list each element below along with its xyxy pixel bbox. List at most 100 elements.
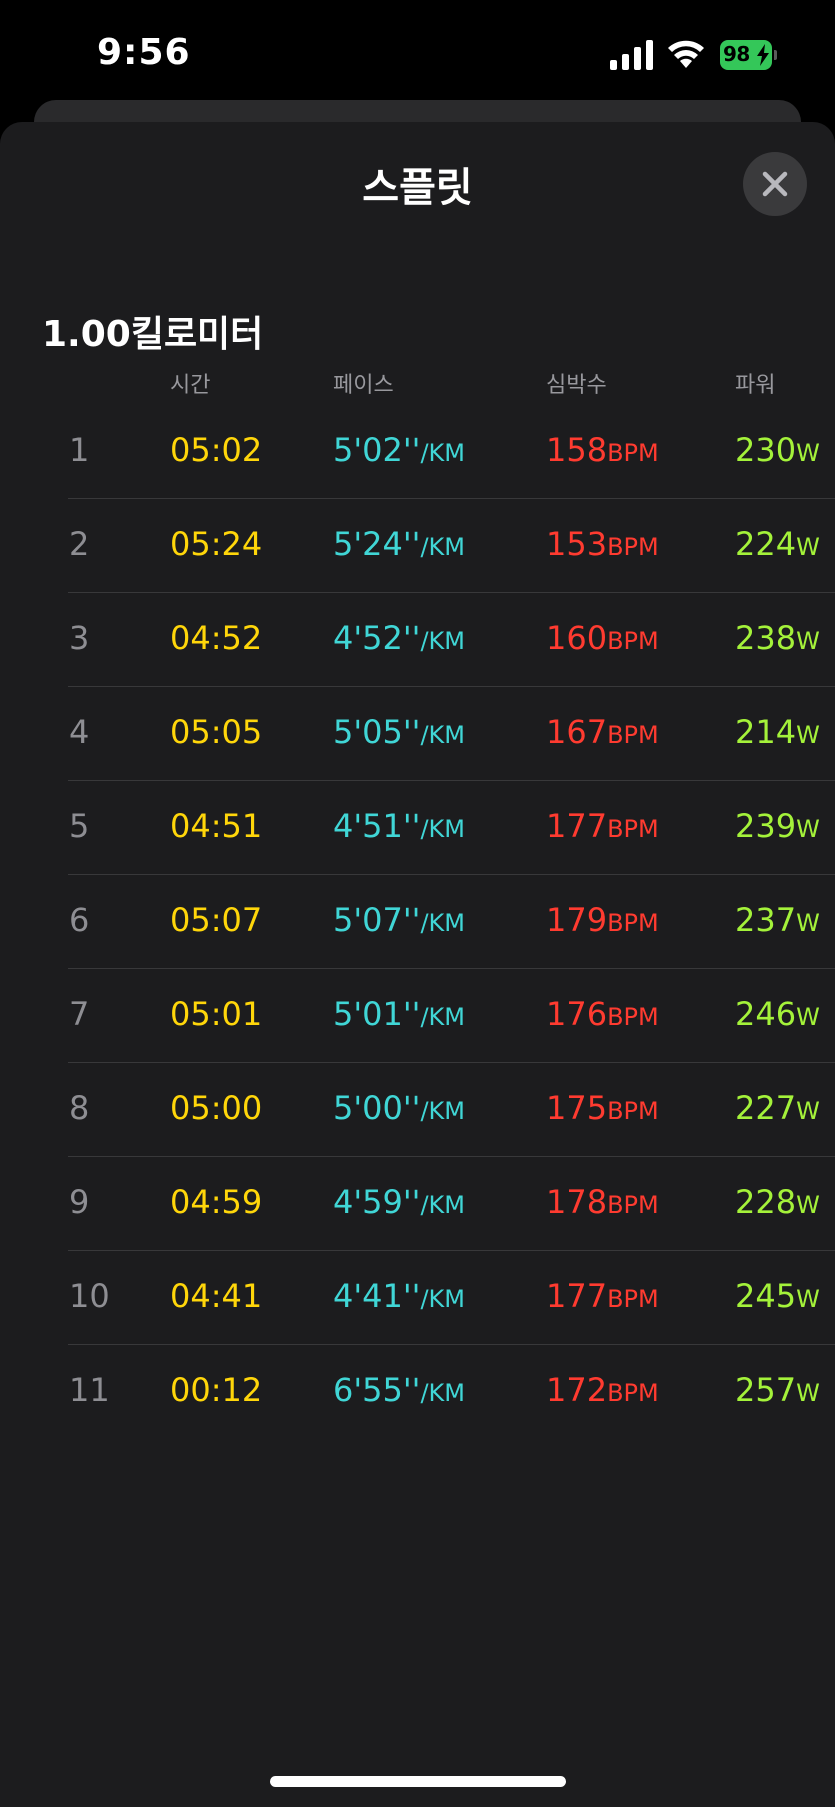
pace-unit: /KM [420,721,465,749]
split-time: 04:59 [170,1183,263,1221]
split-time: 04:52 [170,619,263,657]
split-time: 05:05 [170,713,263,751]
split-power-value: 246 [735,995,797,1033]
pace-unit: /KM [420,533,465,561]
split-row: 6 05:07 5'07''/KM 179BPM 237W [0,875,835,969]
cellular-signal-icon [610,40,653,70]
split-power-value: 238 [735,619,797,657]
split-pace: 4'51''/KM [333,807,465,845]
home-indicator[interactable] [270,1776,566,1787]
split-pace: 5'24''/KM [333,525,465,563]
pace-unit: /KM [420,1097,465,1125]
split-power: 246W [735,995,820,1033]
battery-body: 98 [720,40,772,70]
heart-rate-unit: BPM [607,533,659,561]
column-header-time: 시간 [170,373,211,398]
pace-unit: /KM [420,627,465,655]
split-index: 2 [69,525,90,563]
split-power-value: 224 [735,525,797,563]
split-index: 8 [69,1089,90,1127]
split-row: 9 04:59 4'59''/KM 178BPM 228W [0,1157,835,1251]
split-time: 04:51 [170,807,263,845]
split-pace-value: 5'01'' [333,995,421,1033]
split-heart-rate: 178BPM [546,1183,659,1221]
split-power: 239W [735,807,820,845]
split-heart-rate: 176BPM [546,995,659,1033]
split-power-value: 214 [735,713,797,751]
status-bar: 9:56 98 [0,0,835,110]
split-pace: 5'01''/KM [333,995,465,1033]
heart-rate-unit: BPM [607,909,659,937]
split-row: 7 05:01 5'01''/KM 176BPM 246W [0,969,835,1063]
split-row: 4 05:05 5'05''/KM 167BPM 214W [0,687,835,781]
split-time: 04:41 [170,1277,263,1315]
pace-unit: /KM [420,909,465,937]
split-time: 00:12 [170,1371,263,1409]
split-row: 10 04:41 4'41''/KM 177BPM 245W [0,1251,835,1345]
power-unit: W [796,1003,820,1031]
split-time: 05:02 [170,431,263,469]
split-heart-rate: 179BPM [546,901,659,939]
split-heart-rate-value: 160 [546,619,608,657]
split-heart-rate: 153BPM [546,525,659,563]
split-time: 05:07 [170,901,263,939]
split-pace: 5'07''/KM [333,901,465,939]
power-unit: W [796,627,820,655]
heart-rate-unit: BPM [607,1003,659,1031]
split-power-value: 257 [735,1371,797,1409]
split-row: 5 04:51 4'51''/KM 177BPM 239W [0,781,835,875]
split-pace-value: 6'55'' [333,1371,421,1409]
split-heart-rate-value: 153 [546,525,608,563]
split-time: 05:24 [170,525,263,563]
split-row: 8 05:00 5'00''/KM 175BPM 227W [0,1063,835,1157]
split-index: 3 [69,619,90,657]
split-pace: 5'05''/KM [333,713,465,751]
power-unit: W [796,909,820,937]
split-power: 228W [735,1183,820,1221]
pace-unit: /KM [420,439,465,467]
split-power: 230W [735,431,820,469]
heart-rate-unit: BPM [607,1379,659,1407]
split-power: 245W [735,1277,820,1315]
column-header-power: 파워 [735,373,776,398]
split-pace: 6'55''/KM [333,1371,465,1409]
heart-rate-unit: BPM [607,815,659,843]
split-power-value: 245 [735,1277,797,1315]
split-power-value: 228 [735,1183,797,1221]
split-pace: 4'59''/KM [333,1183,465,1221]
split-heart-rate: 175BPM [546,1089,659,1127]
charging-bolt-icon [757,44,769,66]
section-title: 1.00킬로미터 [42,314,264,355]
split-index: 11 [69,1371,110,1409]
pace-unit: /KM [420,1285,465,1313]
split-index: 7 [69,995,90,1033]
split-pace-value: 5'02'' [333,431,421,469]
split-row: 11 00:12 6'55''/KM 172BPM 257W [0,1345,835,1439]
split-heart-rate-value: 177 [546,807,608,845]
split-pace-value: 4'41'' [333,1277,421,1315]
split-index: 5 [69,807,90,845]
heart-rate-unit: BPM [607,627,659,655]
split-power: 214W [735,713,820,751]
split-pace-value: 4'52'' [333,619,421,657]
split-heart-rate: 177BPM [546,807,659,845]
split-pace: 4'41''/KM [333,1277,465,1315]
split-index: 4 [69,713,90,751]
split-heart-rate-value: 179 [546,901,608,939]
power-unit: W [796,1285,820,1313]
split-power: 227W [735,1089,820,1127]
wifi-icon [668,40,704,68]
split-heart-rate-value: 172 [546,1371,608,1409]
power-unit: W [796,815,820,843]
pace-unit: /KM [420,815,465,843]
split-pace: 5'00''/KM [333,1089,465,1127]
power-unit: W [796,1379,820,1407]
close-button[interactable] [743,152,807,216]
split-pace: 4'52''/KM [333,619,465,657]
power-unit: W [796,439,820,467]
screen: 9:56 98 스플릿 1.00킬로미터 시간 페이스 심박수 파워 1 05:… [0,0,835,1807]
splits-table: 1 05:02 5'02''/KM 158BPM 230W 2 05:24 5'24''/KM… [0,405,835,1439]
split-time: 05:01 [170,995,263,1033]
split-heart-rate-value: 177 [546,1277,608,1315]
split-power: 238W [735,619,820,657]
